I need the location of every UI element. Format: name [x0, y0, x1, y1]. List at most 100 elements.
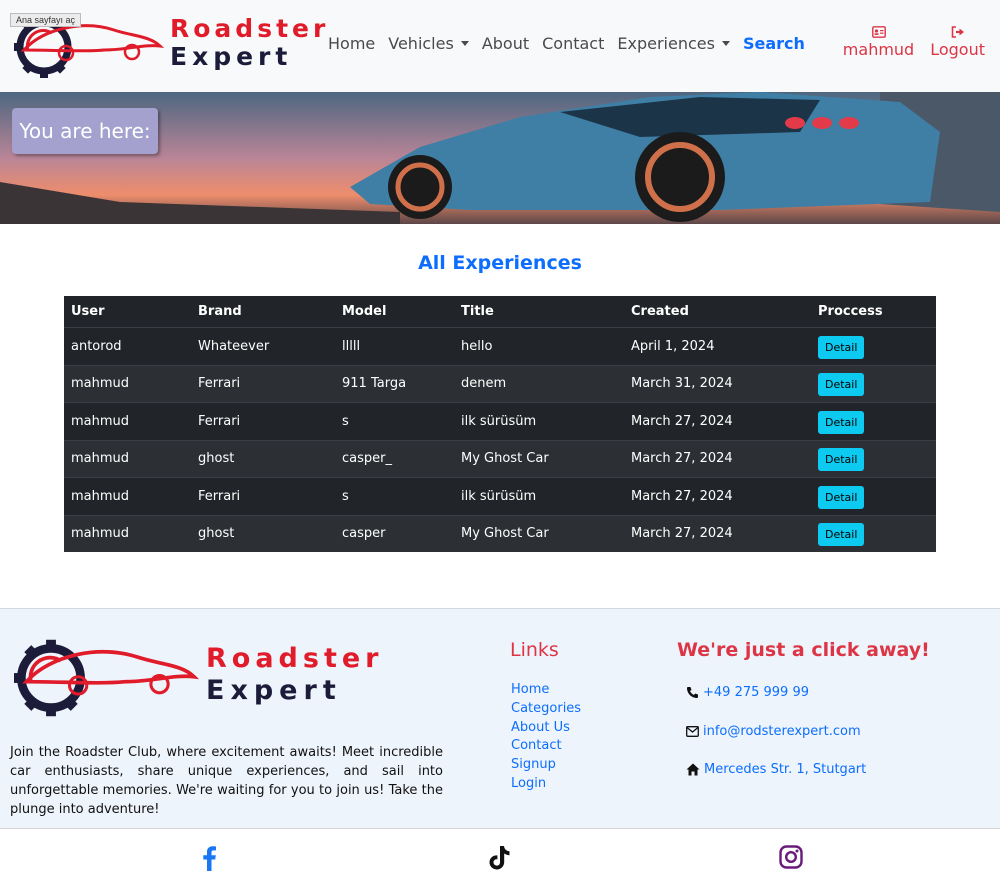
logout-button[interactable]: Logout: [930, 26, 985, 59]
about-text: Join the Roadster Club, where excitement…: [10, 745, 443, 817]
nav-about[interactable]: About: [482, 34, 529, 53]
footer-link-categories[interactable]: Categories: [511, 701, 581, 720]
sign-out-icon: [951, 26, 964, 38]
brand-name-top: Roadster: [170, 14, 330, 43]
footer-brand-bottom: Expert: [206, 675, 342, 706]
brand-name-bottom: Expert: [170, 42, 293, 71]
facebook-icon[interactable]: [201, 845, 217, 875]
detail-button[interactable]: Detail: [818, 448, 865, 472]
cell-title: denem: [461, 376, 507, 392]
id-card-icon: [871, 26, 886, 38]
cell-user: antorod: [71, 338, 122, 354]
footer-link-home[interactable]: Home: [511, 682, 581, 701]
cell-created: March 27, 2024: [631, 451, 733, 467]
cell-title: ilk sürüsüm: [461, 488, 537, 504]
roadster-logo-icon: [12, 639, 200, 717]
table-row: mahmud Ferrari s ilk sürüsüm March 27, 2…: [64, 477, 936, 515]
table-row: mahmud Ferrari 911 Targa denem March 31,…: [64, 364, 936, 402]
experiences-table: User Brand Model Title Created Proccess …: [64, 296, 936, 552]
column-header-title: Title: [461, 304, 494, 319]
cell-user: mahmud: [71, 526, 130, 542]
main-nav: Home Vehicles About Contact Experiences …: [328, 34, 818, 53]
nav-vehicles-dropdown[interactable]: Vehicles: [388, 34, 469, 53]
breadcrumb: You are here:: [12, 108, 158, 154]
contact-heading: We're just a click away!: [677, 639, 930, 661]
detail-button[interactable]: Detail: [818, 485, 865, 509]
nav-home-label: Home: [328, 34, 376, 53]
detail-button[interactable]: Detail: [818, 523, 865, 547]
nav-search-label: Search: [742, 34, 805, 53]
cell-model: casper_: [342, 451, 392, 467]
column-header-model: Model: [342, 304, 387, 319]
detail-button[interactable]: Detail: [818, 335, 865, 359]
cell-brand: ghost: [198, 451, 235, 467]
cell-process: Detail: [811, 371, 936, 397]
profile-button[interactable]: mahmud: [843, 26, 914, 59]
home-icon: [686, 763, 700, 776]
cell-created: March 27, 2024: [631, 526, 733, 542]
nav-contact[interactable]: Contact: [542, 34, 604, 53]
cell-title: My Ghost Car: [461, 526, 549, 542]
phone-text: +49 275 999 99: [703, 685, 809, 700]
detail-button[interactable]: Detail: [818, 410, 865, 434]
cell-process: Detail: [811, 409, 936, 434]
column-header-created: Created: [631, 304, 689, 319]
cell-brand: ghost: [198, 526, 235, 542]
nav-contact-label: Contact: [542, 34, 605, 53]
cell-process: Detail: [811, 446, 936, 472]
cell-user: mahmud: [71, 376, 130, 392]
cell-model: lllll: [342, 338, 361, 354]
table-body: antorod Whateever lllll hello April 1, 2…: [64, 327, 936, 552]
nav-experiences-label: Experiences: [617, 34, 715, 53]
logout-label: Logout: [930, 40, 985, 59]
links-heading: Links: [510, 639, 559, 661]
table-row: mahmud ghost casper_ My Ghost Car March …: [64, 439, 936, 477]
instagram-icon[interactable]: [779, 845, 803, 873]
page-title: All Experiences: [418, 252, 582, 274]
tiktok-icon[interactable]: [488, 845, 512, 875]
phone-icon: [687, 687, 698, 698]
cell-user: mahmud: [71, 451, 130, 467]
cell-brand: Whateever: [198, 338, 270, 354]
contact-email[interactable]: info@rodsterexpert.com: [686, 724, 861, 739]
cell-user: mahmud: [71, 413, 130, 429]
cell-model: s: [342, 488, 349, 504]
cell-created: April 1, 2024: [631, 338, 715, 354]
cell-model: casper: [342, 526, 386, 542]
footer-link-login[interactable]: Login: [511, 776, 581, 795]
footer-brand-top: Roadster: [206, 643, 384, 674]
cell-created: March 27, 2024: [631, 488, 733, 504]
hero-banner: You are here:: [0, 92, 1000, 224]
cell-process: Detail: [811, 521, 936, 547]
footer: Roadster Expert Join the Roadster Club, …: [0, 608, 1000, 828]
cell-model: 911 Targa: [342, 376, 407, 392]
detail-button[interactable]: Detail: [818, 373, 865, 397]
footer-link-signup[interactable]: Signup: [511, 757, 581, 776]
cell-created: March 27, 2024: [631, 413, 733, 429]
tooltip: Ana sayfayı aç: [10, 13, 82, 27]
nav-search[interactable]: Search: [743, 34, 805, 53]
contact-phone[interactable]: +49 275 999 99: [686, 685, 809, 700]
table-row: antorod Whateever lllll hello April 1, 2…: [64, 327, 936, 365]
nav-home[interactable]: Home: [328, 34, 375, 53]
column-header-process: Proccess: [818, 304, 883, 319]
footer-link-about-us[interactable]: About Us: [511, 720, 581, 739]
cell-title: My Ghost Car: [461, 451, 549, 467]
column-header-brand: Brand: [198, 304, 242, 319]
navbar: Ana sayfayı aç Roadster Expert Home Vehi…: [0, 0, 1000, 92]
table-row: mahmud ghost casper My Ghost Car March 2…: [64, 514, 936, 552]
cell-brand: Ferrari: [198, 376, 241, 392]
cell-title: ilk sürüsüm: [461, 413, 537, 429]
contact-address[interactable]: Mercedes Str. 1, Stutgart: [686, 762, 866, 777]
nav-experiences-dropdown[interactable]: Experiences: [617, 34, 730, 53]
user-area: mahmud Logout: [843, 26, 985, 59]
username-label: mahmud: [842, 40, 915, 59]
cell-title: hello: [461, 338, 493, 354]
cell-process: Detail: [811, 484, 936, 509]
cell-user: mahmud: [71, 488, 130, 504]
cell-process: Detail: [811, 334, 936, 359]
address-text: Mercedes Str. 1, Stutgart: [704, 762, 867, 777]
nav-about-label: About: [481, 34, 530, 53]
table-header: User Brand Model Title Created Proccess: [64, 296, 936, 327]
footer-link-contact[interactable]: Contact: [511, 738, 581, 757]
